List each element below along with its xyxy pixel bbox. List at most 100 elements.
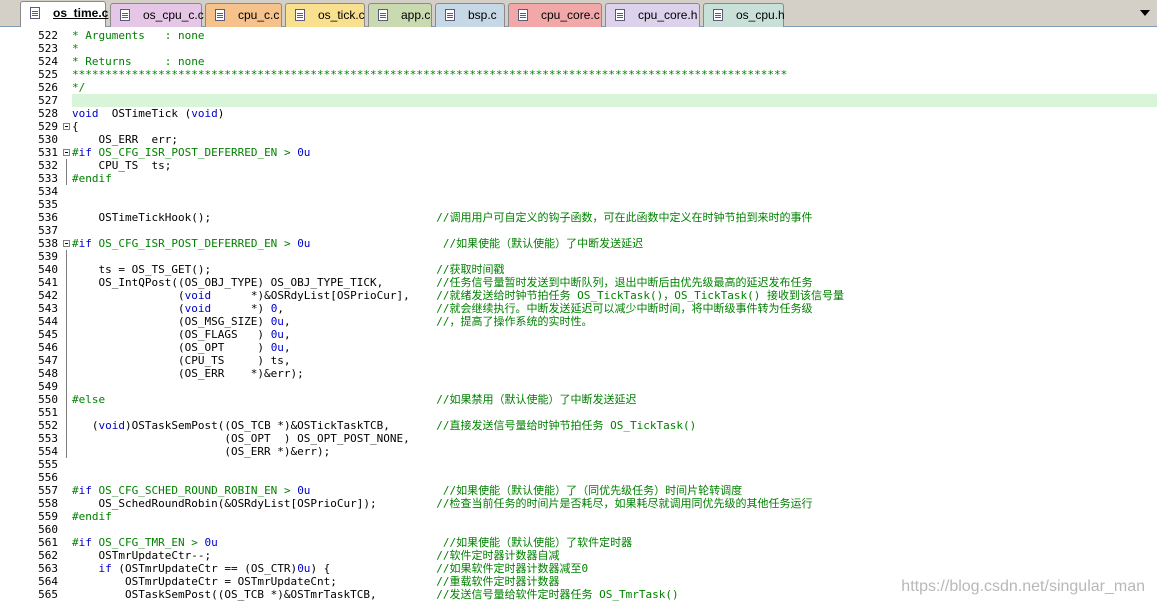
fold-guide-line xyxy=(66,250,67,458)
fold-guide-line xyxy=(66,159,67,185)
line-number: 564 xyxy=(38,575,58,588)
code-line[interactable]: (OS_ERR *)&err); xyxy=(72,445,1157,458)
tab-list-dropdown-icon[interactable] xyxy=(1139,7,1151,19)
code-line[interactable]: OS_IntQPost((OS_OBJ_TYPE) OS_OBJ_TYPE_TI… xyxy=(72,276,1157,289)
tab-os-time-c[interactable]: os_time.c xyxy=(20,1,109,27)
code-editor[interactable]: 522 523 524 525 526 527 528 529 530 531 532 533 534 5… xyxy=(0,27,1157,602)
code-line[interactable]: #if OS_CFG_SCHED_ROUND_ROBIN_EN > 0u //如… xyxy=(72,484,1157,497)
line-number: 557 xyxy=(38,484,58,497)
line-number: 536 xyxy=(38,211,58,224)
fold-toggle-icon[interactable] xyxy=(63,149,70,156)
code-line[interactable]: */ xyxy=(72,81,1157,94)
line-number: 528 xyxy=(38,107,58,120)
line-number: 552 xyxy=(38,419,58,432)
code-line[interactable]: CPU_TS ts; xyxy=(72,159,1157,172)
code-line[interactable]: OS_ERR err; xyxy=(72,133,1157,146)
code-line[interactable]: void OSTimeTick (void) xyxy=(72,107,1157,120)
code-line[interactable] xyxy=(72,458,1157,471)
file-icon xyxy=(30,7,40,19)
line-number: 555 xyxy=(38,458,58,471)
code-line[interactable]: * Returns : none xyxy=(72,55,1157,68)
code-line[interactable]: (OS_FLAGS ) 0u, xyxy=(72,328,1157,341)
code-line[interactable]: if (OSTmrUpdateCtr == (OS_CTR)0u) { //如果… xyxy=(72,562,1157,575)
tab-label: cpu_c.c xyxy=(238,8,280,22)
tab-cpu-c-c[interactable]: cpu_c.c xyxy=(205,3,282,27)
code-line[interactable] xyxy=(72,185,1157,198)
line-number: 535 xyxy=(38,198,58,211)
fold-toggle-icon[interactable] xyxy=(63,240,70,247)
line-number: 522 xyxy=(38,29,58,42)
line-number: 565 xyxy=(38,588,58,601)
code-line[interactable]: #if OS_CFG_ISR_POST_DEFERRED_EN > 0u //如… xyxy=(72,237,1157,250)
tab-cpu-core-c[interactable]: cpu_core.c xyxy=(508,3,602,27)
tab-label: cpu_core.c xyxy=(541,8,600,22)
code-line[interactable] xyxy=(72,523,1157,536)
code-line[interactable] xyxy=(72,380,1157,393)
code-line[interactable] xyxy=(72,94,1157,107)
tab-label: app.c xyxy=(401,8,431,22)
line-number: 537 xyxy=(38,224,58,237)
line-number-gutter: 522 523 524 525 526 527 528 529 530 531 532 533 534 5… xyxy=(0,27,58,602)
code-line[interactable]: #if OS_CFG_ISR_POST_DEFERRED_EN > 0u xyxy=(72,146,1157,159)
line-number: 546 xyxy=(38,341,58,354)
tab-os-tick-c[interactable]: os_tick.c xyxy=(285,3,365,27)
line-number: 562 xyxy=(38,549,58,562)
code-line[interactable] xyxy=(72,198,1157,211)
line-number: 539 xyxy=(38,250,58,263)
code-line[interactable] xyxy=(72,224,1157,237)
tab-os-cpu-h[interactable]: os_cpu.h xyxy=(703,3,785,27)
line-number: 533 xyxy=(38,172,58,185)
code-line[interactable]: (OS_OPT ) 0u, xyxy=(72,341,1157,354)
code-line[interactable]: OSTimeTickHook(); //调用用户可自定义的钩子函数，可在此函数中… xyxy=(72,211,1157,224)
code-line[interactable]: ****************************************… xyxy=(72,68,1157,81)
code-line[interactable] xyxy=(72,406,1157,419)
code-line[interactable]: #if OS_CFG_TMR_EN > 0u //如果使能（默认使能）了软件定时… xyxy=(72,536,1157,549)
code-line[interactable]: (CPU_TS ) ts, xyxy=(72,354,1157,367)
tab-bsp-c[interactable]: bsp.c xyxy=(435,3,505,27)
line-number: 558 xyxy=(38,497,58,510)
file-icon xyxy=(215,9,225,21)
line-number: 556 xyxy=(38,471,58,484)
line-number: 524 xyxy=(38,55,58,68)
code-line[interactable]: { xyxy=(72,120,1157,133)
code-line[interactable] xyxy=(72,250,1157,263)
code-line[interactable]: (void *)&OSRdyList[OSPrioCur], //就绪发送给时钟… xyxy=(72,289,1157,302)
tab-label: bsp.c xyxy=(468,8,497,22)
line-number: 548 xyxy=(38,367,58,380)
tab-os-cpu-c-c[interactable]: os_cpu_c.c xyxy=(110,3,204,27)
code-line[interactable]: * xyxy=(72,42,1157,55)
file-icon xyxy=(120,9,130,21)
code-line[interactable]: OSTmrUpdateCtr--; //软件定时器计数器自减 xyxy=(72,549,1157,562)
line-number: 538 xyxy=(38,237,58,250)
line-number: 561 xyxy=(38,536,58,549)
tab-label: os_cpu_c.c xyxy=(143,8,204,22)
line-number: 550 xyxy=(38,393,58,406)
line-number: 551 xyxy=(38,406,58,419)
code-line[interactable]: * Arguments : none xyxy=(72,29,1157,42)
code-line[interactable]: (void *) 0, //就会继续执行。中断发送延迟可以减少中断时间，将中断级… xyxy=(72,302,1157,315)
code-line[interactable] xyxy=(72,471,1157,484)
tab-app-c[interactable]: app.c xyxy=(368,3,432,27)
code-line[interactable]: OS_SchedRoundRobin(&OSRdyList[OSPrioCur]… xyxy=(72,497,1157,510)
code-line[interactable]: (OS_MSG_SIZE) 0u, //，提高了操作系统的实时性。 xyxy=(72,315,1157,328)
line-number: 523 xyxy=(38,42,58,55)
line-number: 532 xyxy=(38,159,58,172)
line-number: 530 xyxy=(38,133,58,146)
code-line[interactable]: ts = OS_TS_GET(); //获取时间戳 xyxy=(72,263,1157,276)
file-icon xyxy=(615,9,625,21)
code-line[interactable]: #endif xyxy=(72,172,1157,185)
tab-label: os_cpu.h xyxy=(736,8,785,22)
code-line[interactable]: #else //如果禁用（默认使能）了中断发送延迟 xyxy=(72,393,1157,406)
code-line[interactable]: (OS_OPT ) OS_OPT_POST_NONE, xyxy=(72,432,1157,445)
tab-label: os_tick.c xyxy=(318,8,365,22)
line-number: 545 xyxy=(38,328,58,341)
watermark-text: https://blog.csdn.net/singular_man xyxy=(901,578,1145,595)
tab-cpu-core-h[interactable]: cpu_core.h xyxy=(605,3,700,27)
code-line[interactable]: #endif xyxy=(72,510,1157,523)
line-number: 544 xyxy=(38,315,58,328)
tab-label: os_time.c xyxy=(53,6,109,20)
fold-toggle-icon[interactable] xyxy=(63,123,70,130)
code-line[interactable]: (OS_ERR *)&err); xyxy=(72,367,1157,380)
line-number: 547 xyxy=(38,354,58,367)
code-line[interactable]: (void)OSTaskSemPost((OS_TCB *)&OSTickTas… xyxy=(72,419,1157,432)
